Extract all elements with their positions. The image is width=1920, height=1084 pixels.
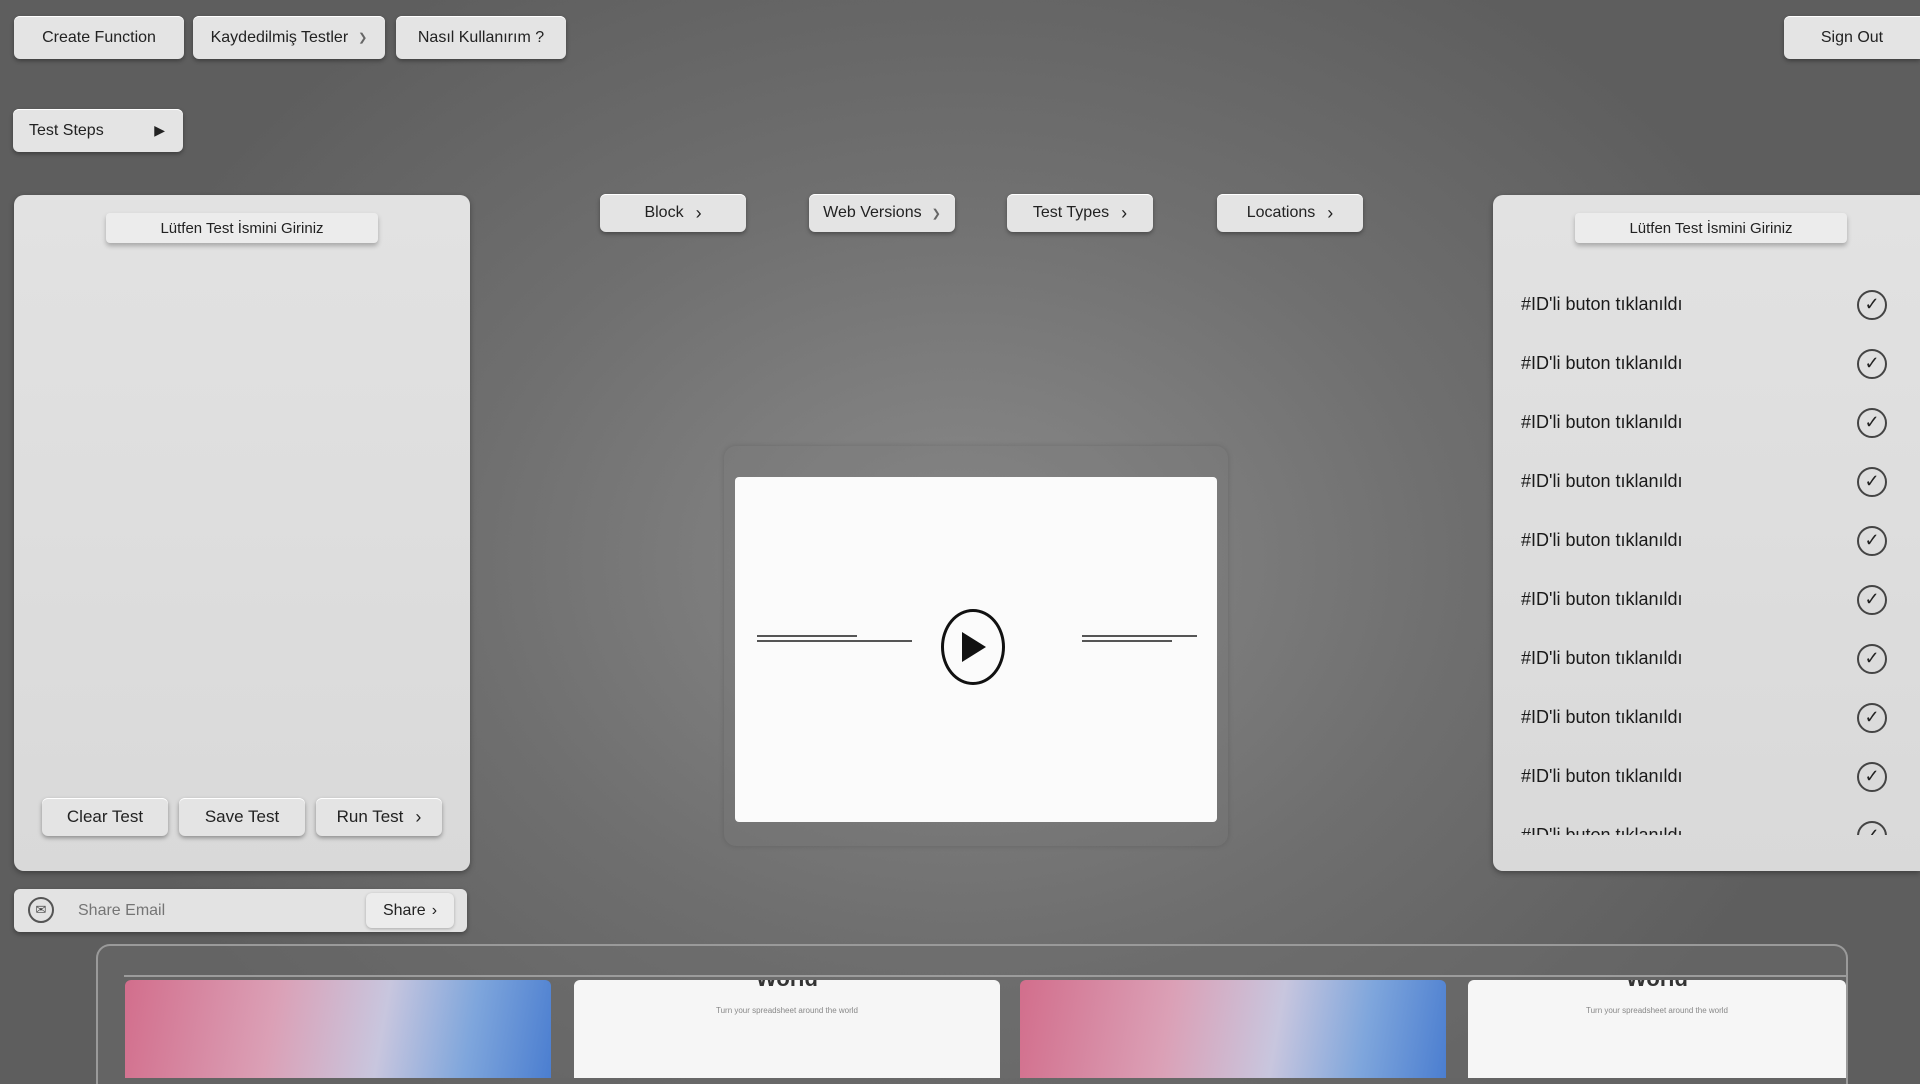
- step-label: #ID'li buton tıklanıldı: [1521, 648, 1683, 668]
- web-versions-button[interactable]: Web Versions ❯: [809, 194, 955, 232]
- test-steps-button[interactable]: Test Steps ▶: [13, 109, 183, 152]
- test-types-label: Test Types: [1032, 204, 1110, 221]
- list-item[interactable]: #ID'li buton tıklanıldı ✓: [1493, 629, 1920, 688]
- thumbnail-caption: Turn your spreadsheet around the world: [715, 1006, 858, 1015]
- share-button[interactable]: Share ›: [366, 893, 454, 928]
- caret-right-icon: ▶: [154, 122, 165, 138]
- test-builder-panel: Lütfen Test İsmini Giriniz Clear Test Sa…: [14, 195, 470, 871]
- test-steps-title[interactable]: Lütfen Test İsmini Giriniz: [1575, 213, 1847, 243]
- share-email-input[interactable]: [76, 895, 370, 927]
- thumbnail-caption: Turn your spreadsheet around the world: [1585, 1006, 1728, 1015]
- test-types-button[interactable]: Test Types ›: [1007, 194, 1153, 232]
- play-icon[interactable]: [941, 609, 1005, 685]
- saved-tests-label: Kaydedilmiş Testler: [210, 28, 349, 46]
- list-item[interactable]: #ID'li buton tıklanıldı ✓: [1493, 275, 1920, 334]
- clear-test-label: Clear Test: [66, 807, 144, 826]
- gallery-thumbnail[interactable]: [125, 980, 551, 1078]
- saved-tests-button[interactable]: Kaydedilmiş Testler ❯: [193, 16, 385, 59]
- mail-icon: ✉: [28, 897, 54, 923]
- chevron-right-icon: ❯: [358, 32, 368, 44]
- locations-button[interactable]: Locations ›: [1217, 194, 1363, 232]
- share-bar: ✉ Share ›: [14, 889, 467, 932]
- list-item[interactable]: #ID'li buton tıklanıldı ✓: [1493, 688, 1920, 747]
- check-circle-icon: ✓: [1857, 584, 1887, 615]
- list-item[interactable]: #ID'li buton tıklanıldı ✓: [1493, 334, 1920, 393]
- test-steps-label: Test Steps: [29, 121, 104, 139]
- share-label: Share: [382, 901, 426, 919]
- steps-list: #ID'li buton tıklanıldı ✓ #ID'li buton tı…: [1493, 275, 1920, 835]
- gallery-thumbnail[interactable]: [1020, 980, 1446, 1078]
- step-label: #ID'li buton tıklanıldı: [1521, 589, 1683, 609]
- sign-out-label: Sign Out: [1820, 28, 1884, 46]
- check-circle-icon: ✓: [1857, 348, 1887, 379]
- chevron-right-icon: ›: [1327, 202, 1334, 223]
- test-steps-panel: Lütfen Test İsmini Giriniz #ID'li buton …: [1493, 195, 1920, 871]
- test-steps-title-text: Lütfen Test İsmini Giriniz: [1629, 219, 1793, 237]
- check-circle-icon: ✓: [1857, 407, 1887, 438]
- list-item[interactable]: #ID'li buton tıklanıldı ✓: [1493, 452, 1920, 511]
- chevron-right-icon: ❯: [931, 207, 941, 220]
- chevron-right-icon: ›: [415, 806, 422, 827]
- how-to-use-button[interactable]: Nasıl Kullanırım ?: [396, 16, 566, 59]
- block-label: Block: [644, 204, 684, 221]
- thumbnail-title: World: [1468, 980, 1846, 992]
- step-label: #ID'li buton tıklanıldı: [1521, 707, 1683, 727]
- create-function-button[interactable]: Create Function: [14, 16, 184, 59]
- sign-out-button[interactable]: Sign Out: [1784, 16, 1920, 59]
- locations-label: Locations: [1246, 204, 1316, 221]
- list-item[interactable]: #ID'li buton tıklanıldı ✓: [1493, 393, 1920, 452]
- web-versions-label: Web Versions: [823, 204, 922, 221]
- check-circle-icon: ✓: [1857, 761, 1887, 792]
- test-name-placeholder: Lütfen Test İsmini Giriniz: [160, 219, 324, 237]
- step-label: #ID'li buton tıklanıldı: [1521, 471, 1683, 491]
- step-label: #ID'li buton tıklanıldı: [1521, 766, 1683, 786]
- gallery-thumbnail[interactable]: World Turn your spreadsheet around the w…: [1468, 980, 1846, 1078]
- video-text-right: [1082, 635, 1197, 642]
- list-item[interactable]: #ID'li buton tıklanıldı ✓: [1493, 570, 1920, 629]
- check-circle-icon: ✓: [1857, 702, 1887, 733]
- run-test-button[interactable]: Run Test ›: [316, 798, 442, 836]
- chevron-right-icon: ›: [695, 202, 702, 223]
- step-label: #ID'li buton tıklanıldı: [1521, 353, 1683, 373]
- video-text-left: [757, 635, 917, 642]
- gallery-divider: [124, 975, 1846, 977]
- gallery-thumbnail[interactable]: World Turn your spreadsheet around the w…: [574, 980, 1000, 1078]
- list-item[interactable]: #ID'li buton tıklanıldı ✓: [1493, 806, 1920, 835]
- check-circle-icon: ✓: [1857, 466, 1887, 497]
- chevron-right-icon: ›: [1121, 202, 1128, 223]
- step-label: #ID'li buton tıklanıldı: [1521, 412, 1683, 432]
- how-to-use-label: Nasıl Kullanırım ?: [417, 28, 545, 46]
- check-circle-icon: ✓: [1857, 643, 1887, 674]
- check-circle-icon: ✓: [1857, 525, 1887, 556]
- chevron-right-icon: ›: [431, 901, 438, 919]
- block-button[interactable]: Block ›: [600, 194, 746, 232]
- video-preview[interactable]: [735, 477, 1217, 822]
- test-name-input[interactable]: Lütfen Test İsmini Giriniz: [106, 213, 378, 243]
- save-test-button[interactable]: Save Test: [179, 798, 305, 836]
- thumbnail-title: World: [574, 980, 1000, 992]
- create-function-label: Create Function: [42, 28, 156, 46]
- save-test-label: Save Test: [204, 807, 280, 826]
- run-test-label: Run Test: [336, 807, 404, 826]
- list-item[interactable]: #ID'li buton tıklanıldı ✓: [1493, 747, 1920, 806]
- list-item[interactable]: #ID'li buton tıklanıldı ✓: [1493, 511, 1920, 570]
- check-circle-icon: ✓: [1857, 820, 1887, 835]
- step-label: #ID'li buton tıklanıldı: [1521, 825, 1683, 835]
- step-label: #ID'li buton tıklanıldı: [1521, 294, 1683, 314]
- step-label: #ID'li buton tıklanıldı: [1521, 530, 1683, 550]
- check-circle-icon: ✓: [1857, 289, 1887, 320]
- clear-test-button[interactable]: Clear Test: [42, 798, 168, 836]
